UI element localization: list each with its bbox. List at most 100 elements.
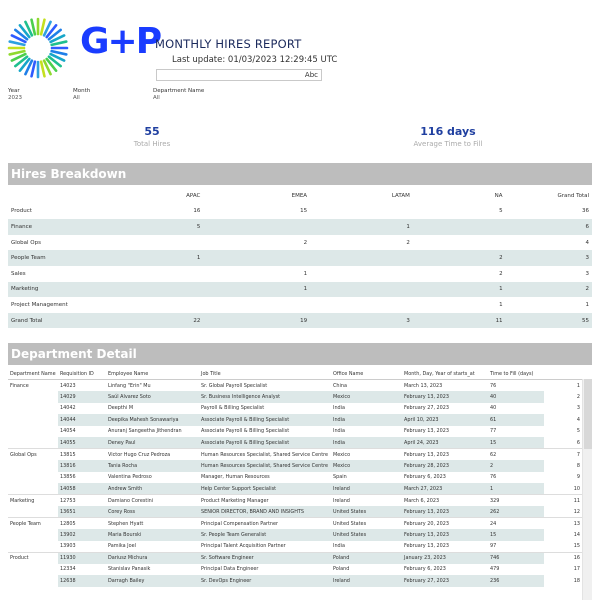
- search-input[interactable]: Abc: [156, 69, 322, 81]
- last-update-text: Last update: 01/03/2023 12:29:45 UTC: [172, 55, 338, 65]
- table-cell: [71, 297, 204, 313]
- table-cell: 1: [310, 219, 413, 235]
- column-header: NA: [494, 192, 503, 199]
- sunburst-ray: [8, 40, 26, 47]
- department-group-label: Product: [8, 551, 58, 564]
- table-row[interactable]: 12334 Stanislav Panasik Principal Data Eng…: [8, 563, 582, 575]
- table-cell: Human Resources Specialist, Shared Servi…: [199, 460, 331, 472]
- table-cell: Deney Paul: [106, 437, 199, 449]
- department-group-label: Marketing: [8, 494, 58, 506]
- table-cell: Dariusz Michura: [106, 551, 199, 564]
- table-cell: [310, 266, 413, 282]
- column-header: Grand Total: [557, 192, 589, 199]
- column-header[interactable]: Department Name: [8, 368, 58, 380]
- vertical-scrollbar[interactable]: [582, 379, 592, 600]
- sunburst-ray: [39, 60, 46, 78]
- table-cell: [412, 219, 506, 235]
- table-row[interactable]: 13903 Pamika Joel Principal Talent Acquisi…: [8, 540, 582, 552]
- table-cell: India: [333, 405, 346, 412]
- table-row[interactable]: 14044 Deepika Mahesh Sonawariya Associate …: [8, 414, 582, 426]
- row-label: People Team: [8, 250, 71, 266]
- kpi-total-hires: 55 Total Hires: [92, 125, 212, 149]
- table-cell: Associate Payroll & Billing Specialist: [199, 414, 331, 426]
- table-row[interactable]: People Team 12805 Stephen Hyatt Principal C…: [8, 517, 582, 529]
- table-row[interactable]: 14029 Saúl Alvarez Soto Sr. Business Intel…: [8, 391, 582, 403]
- table-cell: February 28, 2023: [402, 460, 488, 472]
- filter-label: Month: [73, 88, 91, 94]
- table-row[interactable]: 14055 Deney Paul Associate Payroll & Billi…: [8, 437, 582, 449]
- row-label: Finance: [8, 219, 71, 235]
- column-header[interactable]: Office Name: [331, 368, 402, 380]
- sunburst-ray: [30, 18, 37, 36]
- table-row[interactable]: 12638 Darragh Bailey Sr. DevOps Engineer Ir…: [8, 575, 582, 587]
- table-row[interactable]: 14058 Andrew Smith Help Center Support Spe…: [8, 483, 582, 495]
- row-number: 1: [544, 379, 582, 391]
- table-cell: February 27, 2023: [402, 575, 488, 587]
- row-number: 18: [544, 575, 582, 587]
- table-cell: February 13, 2023: [404, 543, 450, 549]
- column-header[interactable]: [544, 368, 582, 380]
- table-row: Sales 1 2 3: [8, 266, 592, 282]
- table-cell: Linfang "Erin" Mu: [108, 382, 151, 389]
- department-group-label: Finance: [8, 379, 58, 391]
- row-number: 7: [544, 448, 582, 460]
- table-cell: 62: [488, 448, 544, 460]
- table-row[interactable]: 13651 Corey Ross SENIOR DIRECTOR, BRAND AN…: [8, 506, 582, 518]
- table-cell: United States: [331, 517, 402, 529]
- table-cell: 2: [499, 270, 503, 277]
- scrollbar-thumb[interactable]: [584, 379, 592, 449]
- row-number: 4: [544, 414, 582, 426]
- table-cell: February 13, 2023: [402, 506, 488, 518]
- sunburst-ray: [50, 49, 68, 56]
- table-row[interactable]: 13902 Maria Bourski Sr. People Team Genera…: [8, 529, 582, 541]
- table-row[interactable]: Marketing 12753 Damiano Corestini Product M…: [8, 494, 582, 506]
- table-cell: 2: [406, 239, 410, 246]
- table-cell: [310, 250, 413, 266]
- table-cell: 40: [490, 405, 497, 412]
- row-number: 6: [544, 437, 582, 449]
- column-header[interactable]: Employee Name: [106, 368, 199, 380]
- table-cell: Spain: [333, 474, 347, 481]
- table-cell: March 6, 2023: [402, 494, 488, 506]
- table-cell: 3: [505, 250, 592, 266]
- table-cell: Associate Payroll & Billing Specialist: [199, 437, 331, 449]
- table-row[interactable]: 13816 Tania Rocha Human Resources Speciali…: [8, 460, 582, 472]
- table-row[interactable]: Finance 14023 Linfang "Erin" Mu Sr. Global …: [8, 379, 582, 391]
- column-header[interactable]: Month, Day, Year of starts_at: [402, 368, 488, 380]
- table-cell: 24: [488, 517, 544, 529]
- column-header[interactable]: Time to Fill (days): [488, 368, 544, 380]
- filter-department[interactable]: Department Name All: [153, 88, 204, 102]
- table-cell: March 27, 2023: [402, 483, 488, 495]
- table-cell: 13903: [60, 543, 76, 549]
- table-row[interactable]: Global Ops 13815 Victor Hugo Cruz Pedroza H…: [8, 448, 582, 460]
- table-row: Global Ops 2 2 4: [8, 235, 592, 251]
- table-cell: [203, 219, 311, 235]
- table-cell: [71, 235, 204, 251]
- table-row[interactable]: 13856 Valentina Pedroso Manager, Human Res…: [8, 471, 582, 483]
- table-cell: India: [331, 437, 402, 449]
- table-cell: March 13, 2023: [404, 382, 443, 389]
- table-cell: 5: [70, 219, 204, 235]
- row-number: 2: [544, 391, 582, 403]
- table-cell: Victor Hugo Cruz Pedroza: [106, 448, 199, 460]
- row-number: 16: [544, 551, 582, 564]
- table-row[interactable]: 14054 Anuranj Sangeetha Jithendran Associa…: [8, 425, 582, 437]
- filter-month[interactable]: Month All: [73, 88, 90, 102]
- table-cell: 6: [505, 219, 592, 235]
- table-cell: February 13, 2023: [402, 529, 488, 541]
- table-row: Project Management 1 1: [8, 297, 592, 313]
- column-header[interactable]: Job Title: [199, 368, 331, 380]
- table-row[interactable]: Product 11930 Dariusz Michura Sr. Software …: [8, 551, 582, 564]
- table-cell: Ireland: [331, 483, 402, 495]
- table-cell: Sr. Global Payroll Specialist: [201, 382, 268, 389]
- sunburst-logo-icon: [7, 17, 69, 79]
- table-row[interactable]: 14042 Deepthi M Payroll & Billing Speciali…: [8, 402, 582, 414]
- row-label: Project Management: [11, 301, 68, 308]
- table-cell: 1: [412, 281, 506, 298]
- filter-year[interactable]: Year 2023: [8, 88, 22, 102]
- table-cell: Damiano Corestini: [106, 494, 199, 506]
- column-header[interactable]: Requisition ID: [58, 368, 106, 380]
- department-group-label: [8, 506, 58, 518]
- department-group-label: [8, 437, 58, 449]
- table-cell: 61: [488, 414, 544, 426]
